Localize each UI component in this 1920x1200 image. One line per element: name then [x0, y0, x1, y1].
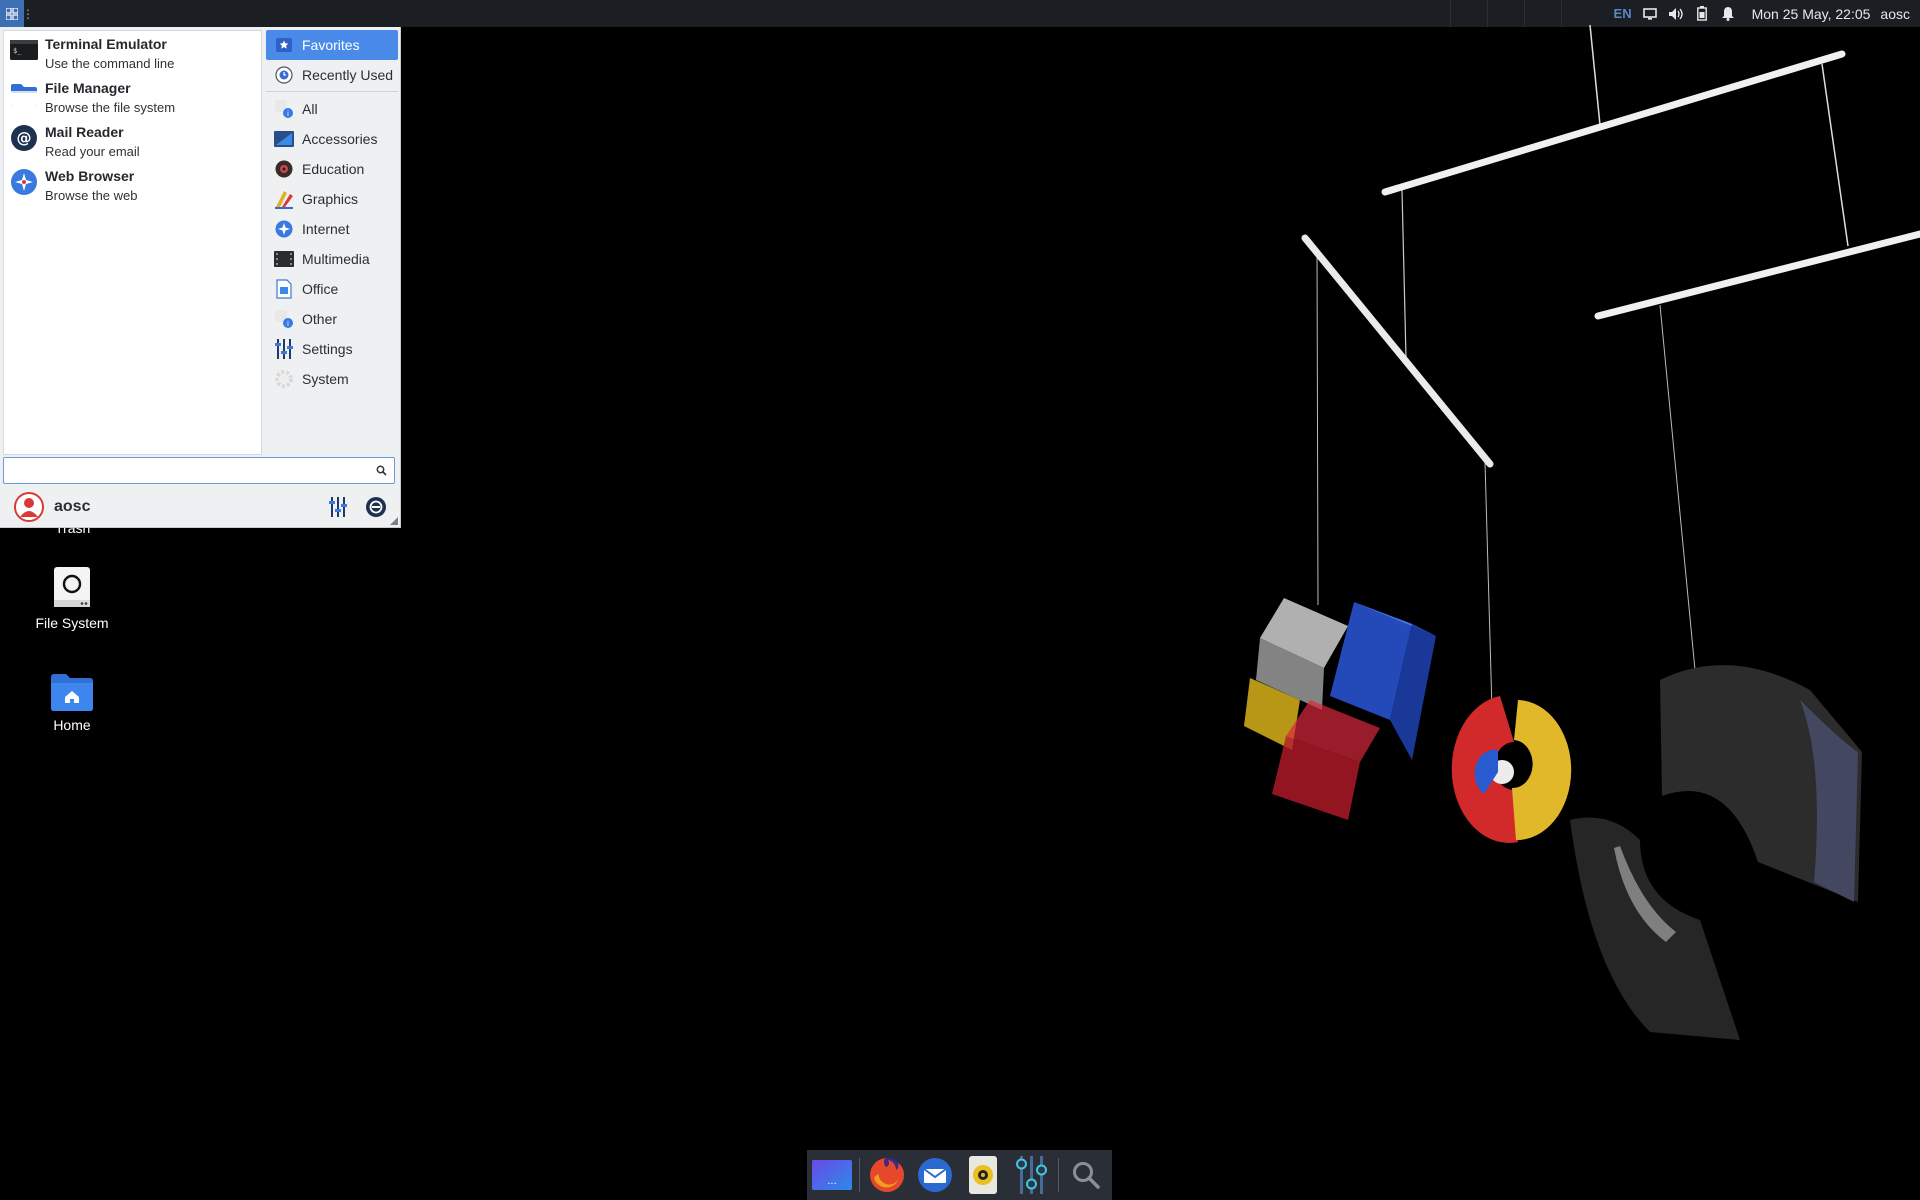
- favorites-list: $_ Terminal Emulator Use the command lin…: [3, 30, 262, 455]
- svg-text:@: @: [17, 129, 32, 147]
- wallpaper-mobile-art: [1244, 24, 1920, 1040]
- mail-client-icon: [918, 1158, 952, 1192]
- desktop-file-system[interactable]: File System: [17, 565, 127, 631]
- svg-text:$_: $_: [13, 47, 22, 55]
- category-label: System: [302, 371, 349, 387]
- favorite-description: Browse the file system: [45, 100, 176, 115]
- app-finder-icon: [1073, 1162, 1100, 1189]
- svg-text:i: i: [287, 110, 289, 118]
- terminal-icon: $_: [9, 35, 39, 65]
- search-box: [3, 457, 395, 484]
- category-system[interactable]: System: [266, 364, 398, 394]
- settings-manager-button[interactable]: [324, 493, 352, 521]
- svg-text:i: i: [287, 320, 289, 328]
- category-other[interactable]: i Other: [266, 304, 398, 334]
- category-recently-used[interactable]: Recently Used: [266, 60, 398, 90]
- category-all[interactable]: i All: [266, 94, 398, 124]
- category-label: Settings: [302, 341, 353, 357]
- category-label: Recently Used: [302, 67, 394, 83]
- category-favorites[interactable]: Favorites: [266, 30, 398, 60]
- favorite-web-browser[interactable]: Web Browser Browse the web: [4, 163, 261, 207]
- desktop-home[interactable]: Home: [17, 673, 127, 733]
- category-label: All: [302, 101, 318, 117]
- category-label: Multimedia: [302, 251, 370, 267]
- user-avatar-icon: [14, 492, 44, 522]
- desktop-label-file-system: File System: [35, 615, 109, 631]
- all-apps-icon: i: [274, 99, 294, 119]
- music-player-icon: [969, 1156, 997, 1194]
- user-row: aosc: [0, 489, 400, 525]
- applications-menu-button[interactable]: [0, 0, 24, 27]
- show-desktop-icon: ...: [812, 1160, 852, 1190]
- category-list: Favorites Recently Used i All Accessorie…: [266, 30, 398, 394]
- drive-icon: [54, 567, 90, 607]
- username: aosc: [54, 498, 91, 515]
- favorite-description: Read your email: [45, 144, 140, 159]
- settings-sliders-icon: [274, 339, 294, 359]
- settings-sliders-icon: [329, 497, 347, 517]
- show-desktop-button[interactable]: ...: [811, 1154, 853, 1196]
- dock: ...: [807, 1150, 1112, 1200]
- web-icon: [9, 167, 39, 197]
- category-label: Office: [302, 281, 339, 297]
- category-graphics[interactable]: Graphics: [266, 184, 398, 214]
- category-education[interactable]: Education: [266, 154, 398, 184]
- favorite-name: Mail Reader: [45, 124, 124, 140]
- log-out-button[interactable]: [362, 493, 390, 521]
- favorite-name: Web Browser: [45, 168, 135, 184]
- favorite-description: Browse the web: [45, 188, 138, 203]
- keyboard-layout-indicator[interactable]: EN: [1614, 6, 1632, 21]
- dock-separator: [859, 1158, 860, 1192]
- other-apps-icon: i: [274, 309, 294, 329]
- star-icon: [274, 35, 294, 55]
- favorite-name: Terminal Emulator: [45, 36, 167, 52]
- category-label: Graphics: [302, 191, 359, 207]
- education-icon: [274, 159, 294, 179]
- category-label: Internet: [302, 221, 350, 237]
- favorite-name: File Manager: [45, 80, 131, 96]
- apps-grid-icon: [6, 7, 18, 20]
- graphics-icon: [274, 189, 294, 209]
- desktop-label-home: Home: [53, 717, 91, 733]
- firefox-launcher[interactable]: [866, 1154, 908, 1196]
- system-gear-icon: [274, 369, 294, 389]
- resize-grip[interactable]: [390, 517, 398, 525]
- category-label: Accessories: [302, 131, 378, 147]
- home-folder-icon: [51, 674, 93, 711]
- panel-handle[interactable]: ⋮: [22, 0, 34, 27]
- folder-icon: [9, 79, 39, 109]
- clock-history-icon: [274, 65, 294, 85]
- search-input[interactable]: [10, 458, 372, 483]
- whisker-menu: $_ Terminal Emulator Use the command lin…: [0, 27, 401, 528]
- category-multimedia[interactable]: Multimedia: [266, 244, 398, 274]
- category-label: Education: [302, 161, 365, 177]
- category-separator: [266, 91, 398, 92]
- favorite-mail-reader[interactable]: @ Mail Reader Read your email: [4, 119, 261, 163]
- mail-client-launcher[interactable]: [914, 1154, 956, 1196]
- app-finder-launcher[interactable]: [1065, 1154, 1107, 1196]
- mail-icon: @: [9, 123, 39, 153]
- category-settings[interactable]: Settings: [266, 334, 398, 364]
- category-accessories[interactable]: Accessories: [266, 124, 398, 154]
- svg-text:...: ...: [827, 1176, 837, 1187]
- favorite-file-manager[interactable]: File Manager Browse the file system: [4, 75, 261, 119]
- favorite-description: Use the command line: [45, 56, 175, 71]
- accessories-icon: [274, 129, 294, 149]
- dock-separator: [1058, 1158, 1059, 1192]
- power-icon: [366, 497, 386, 517]
- category-label: Favorites: [302, 37, 360, 53]
- search-icon[interactable]: [372, 462, 390, 480]
- settings-manager-icon: [1016, 1156, 1047, 1194]
- firefox-icon: [870, 1158, 904, 1192]
- office-icon: [274, 279, 294, 299]
- music-player-launcher[interactable]: [962, 1154, 1004, 1196]
- internet-icon: [274, 219, 294, 239]
- favorite-terminal-emulator[interactable]: $_ Terminal Emulator Use the command lin…: [4, 31, 261, 75]
- category-internet[interactable]: Internet: [266, 214, 398, 244]
- category-office[interactable]: Office: [266, 274, 398, 304]
- multimedia-icon: [274, 249, 294, 269]
- category-label: Other: [302, 311, 338, 327]
- settings-manager-launcher[interactable]: [1010, 1154, 1052, 1196]
